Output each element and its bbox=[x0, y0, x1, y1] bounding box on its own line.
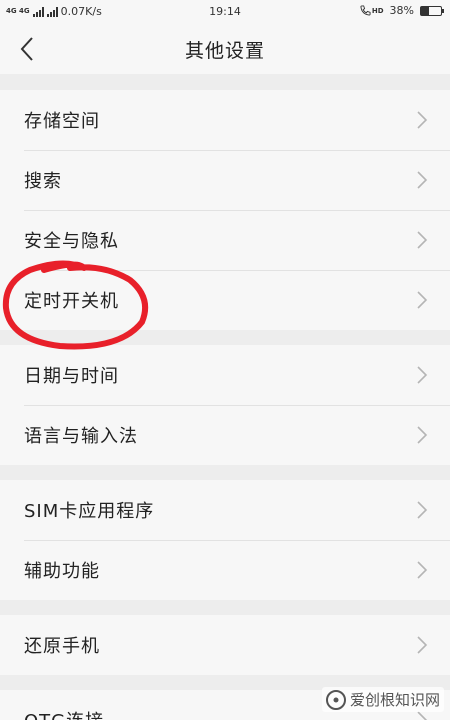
settings-item-accessibility[interactable]: 辅助功能 bbox=[0, 540, 450, 600]
chevron-right-icon bbox=[417, 561, 428, 579]
settings-item-reset-phone[interactable]: 还原手机 bbox=[0, 615, 450, 675]
status-right: HD 38% bbox=[360, 4, 444, 17]
watermark: 爱创根知识网 bbox=[321, 687, 444, 712]
hd-label: HD bbox=[371, 6, 384, 15]
settings-item-search[interactable]: 搜索 bbox=[0, 150, 450, 210]
settings-item-label: 安全与隐私 bbox=[24, 231, 119, 252]
settings-group-2: 日期与时间 语言与输入法 bbox=[0, 345, 450, 465]
settings-item-date-time[interactable]: 日期与时间 bbox=[0, 345, 450, 405]
settings-item-sim-apps[interactable]: SIM卡应用程序 bbox=[0, 480, 450, 540]
hd-call-icon: HD bbox=[360, 5, 384, 16]
settings-item-label: 定时开关机 bbox=[24, 291, 119, 312]
settings-item-label: 搜索 bbox=[24, 171, 62, 192]
chevron-right-icon bbox=[417, 291, 428, 309]
chevron-right-icon bbox=[417, 636, 428, 654]
chevron-right-icon bbox=[417, 171, 428, 189]
page-title: 其他设置 bbox=[184, 40, 265, 62]
settings-item-label: SIM卡应用程序 bbox=[24, 501, 155, 522]
chevron-right-icon bbox=[417, 501, 428, 519]
settings-item-scheduled-power[interactable]: 定时开关机 bbox=[0, 270, 450, 330]
settings-item-label: OTG连接 bbox=[24, 707, 104, 720]
settings-item-security-privacy[interactable]: 安全与隐私 bbox=[0, 210, 450, 270]
nav-bar: 其他设置 bbox=[0, 24, 450, 74]
status-bar: 4G 4G 0.07K/s 19:14 HD 38% bbox=[0, 0, 450, 24]
watermark-logo-icon bbox=[325, 689, 346, 710]
group-divider bbox=[0, 600, 450, 615]
settings-item-storage[interactable]: 存储空间 bbox=[0, 90, 450, 150]
chevron-right-icon bbox=[417, 426, 428, 444]
settings-item-label: 语言与输入法 bbox=[24, 426, 138, 447]
watermark-text: 爱创根知识网 bbox=[349, 691, 440, 709]
settings-group-4: 还原手机 bbox=[0, 615, 450, 675]
chevron-right-icon bbox=[417, 366, 428, 384]
group-divider bbox=[0, 465, 450, 480]
settings-item-language-input[interactable]: 语言与输入法 bbox=[0, 405, 450, 465]
settings-list: 存储空间 搜索 安全与隐私 定时开关机 日期与时间 语言与输入法 SIM卡应用程… bbox=[0, 90, 450, 720]
group-divider bbox=[0, 330, 450, 345]
settings-group-1: 存储空间 搜索 安全与隐私 定时开关机 bbox=[0, 90, 450, 330]
chevron-right-icon bbox=[417, 111, 428, 129]
settings-item-label: 日期与时间 bbox=[24, 366, 119, 387]
settings-group-3: SIM卡应用程序 辅助功能 bbox=[0, 480, 450, 600]
settings-item-label: 还原手机 bbox=[24, 636, 100, 657]
settings-item-label: 存储空间 bbox=[24, 111, 100, 132]
battery-percent: 38% bbox=[389, 4, 414, 17]
battery-icon bbox=[420, 5, 444, 16]
settings-item-label: 辅助功能 bbox=[24, 561, 100, 582]
chevron-right-icon bbox=[417, 231, 428, 249]
